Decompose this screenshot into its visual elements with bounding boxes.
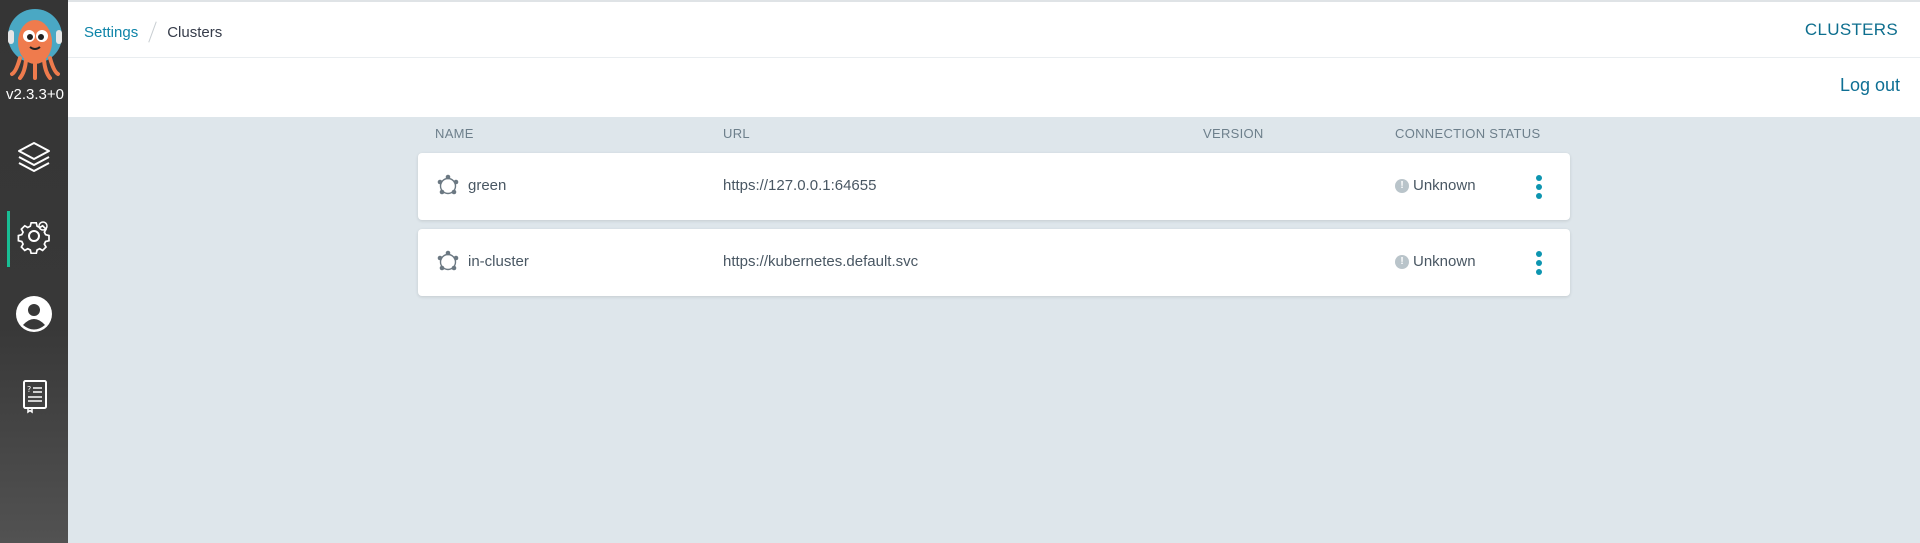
breadcrumb-current: Clusters (167, 23, 223, 41)
page-title: CLUSTERS (1804, 20, 1898, 39)
column-header-name: NAME (435, 126, 474, 141)
cluster-url: https://kubernetes.default.svc (723, 253, 919, 270)
sidebar-item-settings[interactable] (0, 203, 68, 267)
cluster-name: green (468, 177, 507, 194)
docs-icon: ? (23, 380, 47, 414)
row-actions-menu-button[interactable] (1532, 173, 1546, 201)
column-header-version: VERSION (1203, 126, 1264, 141)
connection-status: Unknown (1413, 253, 1476, 270)
breadcrumb-separator (148, 21, 157, 43)
version-label: v2.3.3+0 (6, 86, 64, 103)
cluster-icon (437, 250, 459, 271)
unknown-status-icon: ! (1395, 179, 1409, 193)
cluster-name: in-cluster (468, 253, 529, 270)
sidebar-item-documentation[interactable]: ? (0, 363, 68, 427)
argo-logo[interactable] (6, 8, 64, 80)
sidebar-item-user-info[interactable] (0, 282, 68, 346)
sidebar: v2.3.3+0 ? (0, 0, 68, 543)
breadcrumb: Settings Clusters (84, 21, 222, 43)
sidebar-item-applications[interactable] (0, 125, 68, 189)
layers-icon (18, 142, 50, 172)
svg-text:?: ? (27, 385, 31, 394)
column-header-url: URL (723, 126, 750, 141)
row-actions-menu-button[interactable] (1532, 249, 1546, 277)
table-row[interactable]: green https://127.0.0.1:64655 ! Unknown (418, 153, 1570, 220)
logout-button[interactable]: Log out (1840, 75, 1900, 96)
gear-icon (17, 221, 50, 254)
table-row[interactable]: in-cluster https://kubernetes.default.sv… (418, 229, 1570, 296)
user-avatar-icon (16, 296, 52, 332)
unknown-status-icon: ! (1395, 255, 1409, 269)
breadcrumb-settings-link[interactable]: Settings (84, 24, 138, 41)
cluster-icon (437, 174, 459, 195)
cluster-url: https://127.0.0.1:64655 (723, 177, 877, 194)
action-bar: Log out (68, 58, 1920, 117)
table-header: NAME URL VERSION CONNECTION STATUS (418, 117, 1570, 153)
clusters-table: NAME URL VERSION CONNECTION STATUS green… (418, 117, 1570, 305)
column-header-connection-status: CONNECTION STATUS (1395, 126, 1541, 141)
top-bar: Settings Clusters CLUSTERS (68, 2, 1920, 58)
connection-status: Unknown (1413, 177, 1476, 194)
